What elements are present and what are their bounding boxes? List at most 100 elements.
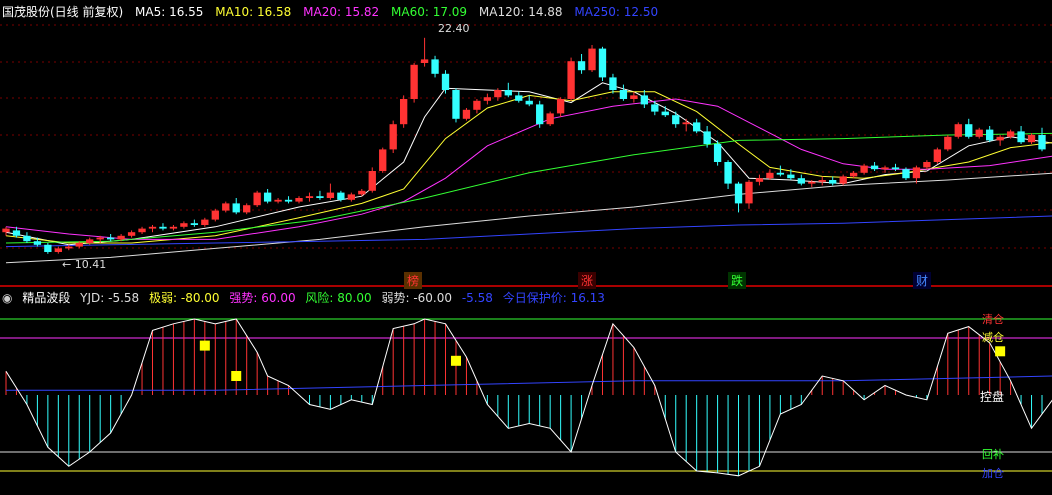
candle-body [536, 104, 544, 125]
candle-body [651, 104, 659, 112]
candle-body [986, 129, 994, 141]
candle-body [65, 246, 73, 249]
candle-body [661, 111, 669, 116]
candle-body [588, 48, 596, 71]
candle-body [316, 196, 324, 198]
level-label-qingcang: 清仓 [982, 313, 1004, 326]
guide-legend: -5.58 [461, 291, 493, 305]
candle-body [703, 131, 711, 144]
level-label-kongpan: 控盘 [980, 390, 1005, 404]
candle-body [923, 162, 931, 168]
marker-zhang[interactable]: 涨 [578, 272, 597, 289]
candle-body [504, 90, 512, 96]
candle-body [776, 172, 785, 175]
candle-body [839, 176, 847, 184]
candle-body [797, 178, 805, 184]
candle-body [881, 167, 889, 170]
candle-body [724, 162, 732, 184]
candle-body [1006, 131, 1015, 137]
high-price-label: 22.40 [438, 22, 470, 35]
signal-mark [450, 355, 461, 366]
candle-body [849, 172, 858, 177]
candle-body [169, 226, 178, 229]
main-chart-svg: 22.40 ← 10.41 [0, 22, 1052, 477]
candle-body [1027, 135, 1036, 143]
main-legend: 国茂股份(日线 前复权) MA5: 16.55 MA10: 16.58 MA20… [2, 3, 666, 20]
candle-body [672, 115, 680, 125]
candle-body [127, 232, 136, 236]
candle-body [2, 228, 10, 233]
candle-body [326, 192, 335, 198]
marker-row: 榜 涨 跌 财 [0, 272, 1052, 289]
candle-body [745, 181, 753, 204]
candle-body [954, 124, 962, 137]
candle-body [274, 199, 282, 202]
candle-body [441, 73, 450, 90]
candle-body [138, 228, 146, 233]
candle-body [86, 239, 94, 243]
candle-body [232, 203, 240, 213]
candle-body [682, 122, 690, 125]
qiangshi-legend: 强势: 60.00 [229, 291, 296, 305]
candle-body [787, 174, 795, 179]
candle-body [494, 90, 502, 98]
candle-body [577, 61, 586, 71]
marker-cai[interactable]: 财 [913, 272, 932, 289]
candle-body [483, 97, 492, 101]
candle-body [619, 90, 628, 99]
candle-body [389, 124, 397, 150]
candle-body [870, 165, 879, 170]
candle-body [452, 90, 460, 119]
candle-body [431, 59, 439, 74]
candle-body [609, 77, 617, 90]
candle-body [337, 192, 345, 200]
ma10-legend: MA10: 16.58 [215, 5, 292, 19]
low-price-label: ← 10.41 [62, 258, 106, 271]
candle-body [1017, 131, 1025, 143]
candle-body [860, 165, 868, 173]
candle-body [473, 100, 481, 110]
marker-die[interactable]: 跌 [728, 272, 747, 289]
candle-body [818, 180, 826, 182]
ma60-legend: MA60: 17.09 [391, 5, 468, 19]
signal-mark [199, 340, 210, 351]
candle-body [284, 199, 293, 202]
candle-body [243, 205, 251, 213]
level-label-jiancang: 减仓 [982, 331, 1004, 344]
candle-body [190, 223, 199, 225]
candle-body [368, 171, 376, 191]
candle-body [75, 243, 83, 247]
candle-body [902, 169, 910, 179]
ma250-legend: MA250: 12.50 [574, 5, 659, 19]
ma-line-ma120 [5, 172, 1052, 264]
candle-body [766, 172, 774, 179]
candle-body [965, 124, 973, 137]
candle-body [420, 59, 429, 63]
yjd-legend: YJD: -5.58 [80, 291, 140, 305]
sub-legend: ◉ 精品波段 YJD: -5.58 极弱: -80.00 强势: 60.00 风… [2, 289, 611, 306]
candle-body [1038, 135, 1046, 150]
signal-mark [995, 346, 1006, 357]
candle-body [148, 226, 157, 229]
candle-body [211, 210, 219, 220]
candle-body [891, 167, 900, 170]
sub-title: 精品波段 [22, 291, 71, 305]
marker-bang[interactable]: 榜 [404, 272, 423, 289]
candle-body [912, 167, 921, 179]
candle-body [96, 237, 104, 240]
candle-body [525, 100, 533, 105]
candle-body [515, 95, 523, 101]
candle-body [399, 99, 408, 125]
candle-body [44, 244, 52, 252]
candle-body [713, 144, 722, 162]
candle-body [201, 219, 209, 225]
candle-body [693, 122, 701, 132]
level-label-jiacang: 加仓 [982, 467, 1004, 480]
candle-body [54, 248, 62, 252]
candle-body [347, 194, 355, 200]
candle-body [944, 136, 952, 150]
settings-icon[interactable]: ◉ [2, 291, 12, 305]
candle-body [755, 178, 764, 182]
signal-mark [231, 371, 242, 381]
ma120-legend: MA120: 14.88 [478, 5, 563, 19]
